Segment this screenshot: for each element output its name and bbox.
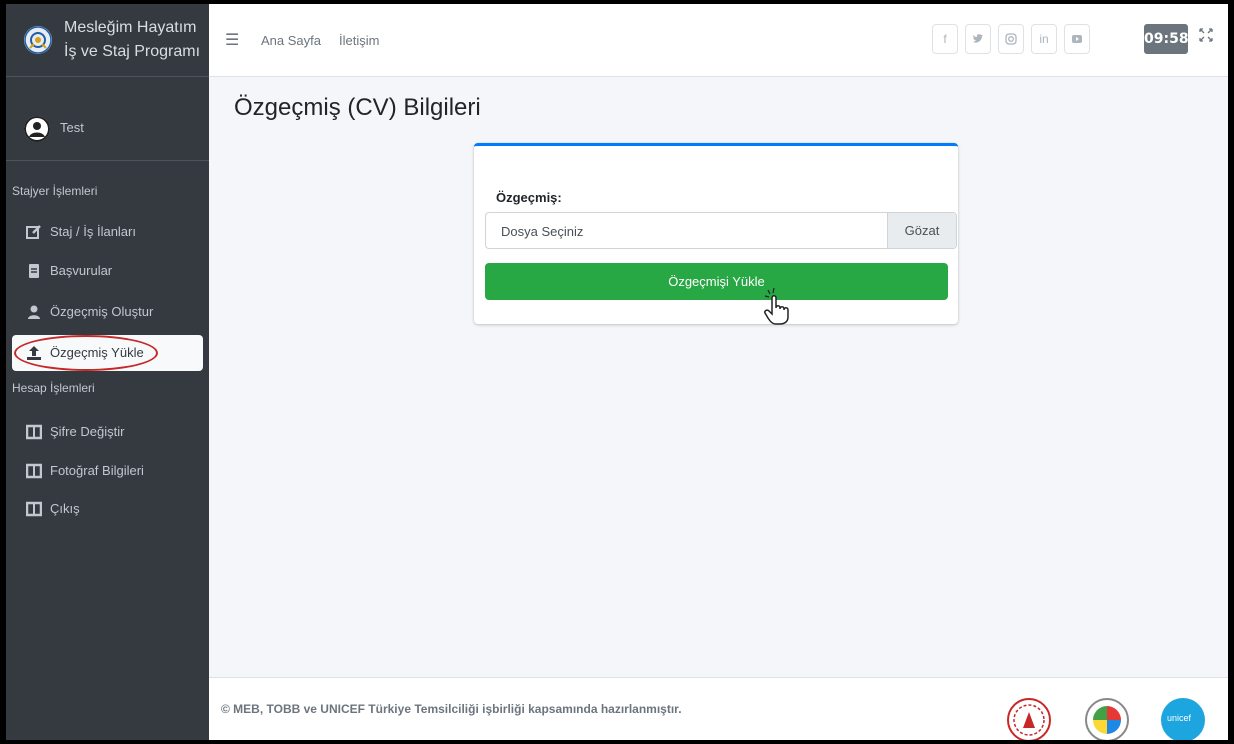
sidebar-item-label: Çıkış xyxy=(50,501,80,516)
user-name: Test xyxy=(60,120,84,135)
highlight-annotation xyxy=(14,335,158,371)
upload-cv-button[interactable]: Özgeçmişi Yükle xyxy=(485,263,948,300)
sidebar-item-label: Şifre Değiştir xyxy=(50,424,125,439)
nav-header-account: Hesap İşlemleri xyxy=(12,381,95,395)
linkedin-icon[interactable]: in xyxy=(1031,24,1057,54)
sidebar-item-label: Staj / İş İlanları xyxy=(50,224,136,239)
nav-link-contact[interactable]: İletişim xyxy=(339,33,379,48)
user-icon xyxy=(26,304,42,320)
document-icon xyxy=(26,263,42,279)
sidebar: Mesleğim Hayatım İş ve Staj Programı Tes… xyxy=(6,4,209,740)
hand-cursor-icon xyxy=(758,284,798,326)
file-input-placeholder: Dosya Seçiniz xyxy=(501,224,584,239)
app-window: Mesleğim Hayatım İş ve Staj Programı Tes… xyxy=(0,0,1234,744)
sidebar-item-applications[interactable]: Başvurular xyxy=(12,253,203,289)
brand-logo xyxy=(24,26,52,54)
nav-link-home[interactable]: Ana Sayfa xyxy=(261,33,321,48)
fullscreen-icon[interactable] xyxy=(1199,28,1213,47)
sidebar-item-logout[interactable]: Çıkış xyxy=(12,491,203,527)
sidebar-item-label: Fotoğraf Bilgileri xyxy=(50,463,144,478)
columns-icon xyxy=(25,501,43,517)
user-panel[interactable]: Test xyxy=(6,76,209,161)
brand-line-2: İş ve Staj Programı xyxy=(64,43,201,60)
brand-line-1: Mesleğim Hayatım xyxy=(64,19,197,36)
cv-upload-card: Özgeçmiş: Dosya Seçiniz Gözat Özgeçmişi … xyxy=(474,143,958,324)
footer-text: © MEB, TOBB ve UNICEF Türkiye Temsilcili… xyxy=(221,702,682,716)
columns-icon xyxy=(25,463,43,479)
page-title: Özgeçmiş (CV) Bilgileri xyxy=(234,94,481,121)
sidebar-item-label: Başvurular xyxy=(50,263,113,278)
hamburger-menu-icon[interactable]: ☰ xyxy=(225,30,239,50)
edit-icon xyxy=(26,224,42,240)
cv-field-label: Özgeçmiş: xyxy=(496,190,562,205)
sidebar-item-create-cv[interactable]: Özgeçmiş Oluştur xyxy=(12,294,203,330)
top-navbar: ☰ Ana Sayfa İletişim f in 09:58 xyxy=(209,4,1228,77)
instagram-icon[interactable] xyxy=(998,24,1024,54)
sidebar-item-label: Özgeçmiş Oluştur xyxy=(50,304,154,319)
sidebar-item-listings[interactable]: Staj / İş İlanları xyxy=(12,214,203,250)
browse-button[interactable]: Gözat xyxy=(887,213,956,248)
clock: 09:58 xyxy=(1144,24,1189,54)
meb-logo xyxy=(1007,698,1051,740)
facebook-icon[interactable]: f xyxy=(932,24,958,54)
unicef-logo: unicef xyxy=(1161,698,1205,740)
youtube-icon[interactable] xyxy=(1064,24,1090,54)
nav-header-intern: Stajyer İşlemleri xyxy=(12,184,98,198)
twitter-icon[interactable] xyxy=(965,24,991,54)
unicef-logo-text: unicef xyxy=(1167,713,1192,723)
sidebar-item-photo-info[interactable]: Fotoğraf Bilgileri xyxy=(12,453,203,489)
brand-name: Mesleğim Hayatım İş ve Staj Programı xyxy=(64,16,200,64)
footer: © MEB, TOBB ve UNICEF Türkiye Temsilcili… xyxy=(209,677,1228,740)
cv-file-input[interactable]: Dosya Seçiniz Gözat xyxy=(485,212,957,249)
sidebar-item-change-password[interactable]: Şifre Değiştir xyxy=(12,414,203,450)
columns-icon xyxy=(25,424,43,440)
tobb-logo xyxy=(1085,698,1129,740)
avatar xyxy=(24,116,50,142)
brand[interactable]: Mesleğim Hayatım İş ve Staj Programı xyxy=(6,4,209,77)
